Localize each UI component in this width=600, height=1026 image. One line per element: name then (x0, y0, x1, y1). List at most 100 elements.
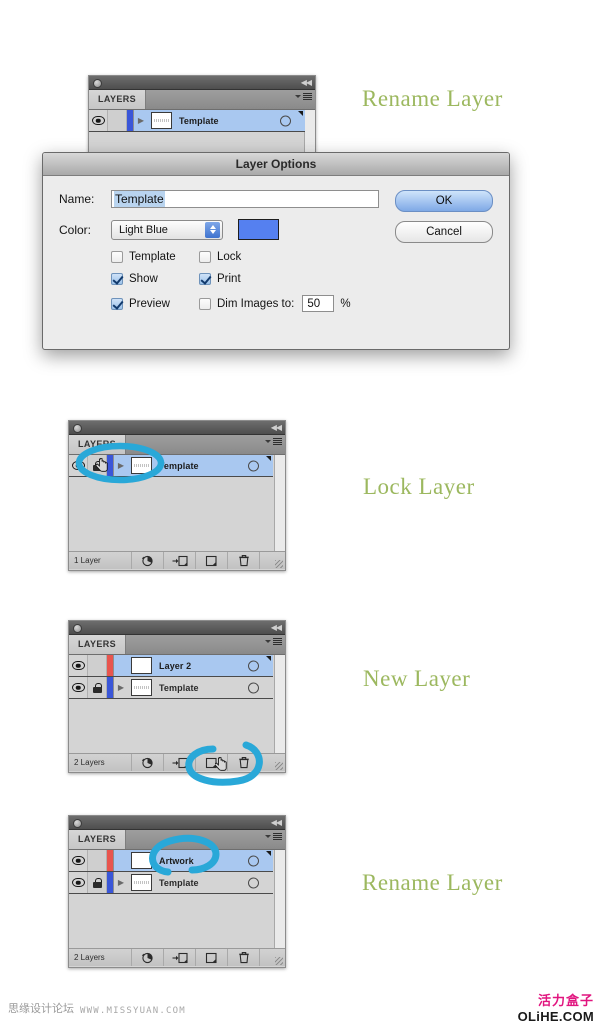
panel-scrollbar[interactable] (274, 455, 285, 551)
cancel-button[interactable]: Cancel (395, 221, 493, 243)
annotation-rename-layer-top: Rename Layer (362, 86, 503, 111)
checkbox-box[interactable] (199, 297, 211, 310)
footer-toolbar (131, 552, 260, 569)
checkbox-lock[interactable]: Lock (199, 251, 287, 263)
ok-button[interactable]: OK (395, 190, 493, 212)
panel-scrollbar[interactable] (274, 655, 285, 753)
checkbox-show[interactable]: Show (111, 273, 199, 285)
lock-icon (92, 682, 102, 693)
hand-cursor-icon (96, 458, 108, 472)
panel-titlebar[interactable]: ◀◀ (69, 621, 285, 635)
resize-grip-icon[interactable] (275, 957, 283, 965)
panel-menu-icon[interactable] (295, 93, 312, 100)
new-layer-icon[interactable] (195, 949, 227, 966)
disclosure-triangle-icon[interactable]: ▶ (114, 683, 128, 692)
checkbox-box[interactable] (111, 273, 123, 285)
watermark-right: 活力盒子 OLiHE.COM (518, 990, 594, 1024)
resize-grip-icon[interactable] (275, 762, 283, 770)
layer-name[interactable]: Template (179, 116, 219, 126)
checkbox-template[interactable]: Template (111, 251, 199, 263)
table-row[interactable]: ▶ Template (89, 110, 305, 132)
watermark-left-url: WWW.MISSYUAN.COM (80, 1006, 186, 1016)
panel-titlebar[interactable]: ◀◀ (89, 76, 315, 90)
lock-toggle[interactable] (87, 872, 107, 893)
collapse-icon[interactable]: ◀◀ (271, 623, 282, 632)
selection-corner-icon (266, 456, 271, 461)
target-indicator-icon[interactable] (248, 877, 259, 888)
layer-name[interactable]: Template (159, 683, 199, 693)
tab-layers[interactable]: LAYERS (69, 635, 127, 654)
table-row[interactable]: ▶ Template (69, 677, 273, 699)
highlight-ellipse-artwork (149, 834, 220, 876)
panel-menu-icon[interactable] (265, 833, 282, 840)
target-indicator-icon[interactable] (280, 115, 291, 126)
checkbox-box[interactable] (199, 251, 211, 263)
dialog-buttons: OK Cancel (395, 190, 493, 252)
target-indicator-icon[interactable] (248, 660, 259, 671)
lock-toggle[interactable] (87, 677, 107, 698)
visibility-toggle[interactable] (69, 850, 87, 871)
disclosure-triangle-icon[interactable]: ▶ (114, 878, 128, 887)
resize-grip-icon[interactable] (275, 560, 283, 568)
color-label: Color: (59, 222, 92, 237)
layer-controls (69, 872, 114, 893)
panel-menu-icon[interactable] (265, 438, 282, 445)
checkbox-row-3: Preview Dim Images to: 50 % (111, 295, 493, 312)
tab-layers[interactable]: LAYERS (89, 90, 147, 109)
dim-images-input[interactable]: 50 (302, 295, 335, 312)
watermark-right-cn: 活力盒子 (537, 994, 594, 1009)
dialog-body: Name: Template Color: Light Blue Templat… (43, 176, 509, 334)
new-sublayer-icon[interactable] (163, 552, 195, 569)
visibility-toggle[interactable] (89, 110, 107, 131)
dim-percent-label: % (340, 297, 351, 310)
lock-toggle[interactable] (87, 850, 107, 871)
clipping-mask-icon[interactable] (131, 552, 163, 569)
trash-icon[interactable] (227, 949, 260, 966)
collapse-icon[interactable]: ◀◀ (271, 818, 282, 827)
selection-corner-icon (298, 111, 303, 116)
layer-thumbnail (151, 112, 172, 129)
panel-titlebar[interactable]: ◀◀ (69, 421, 285, 435)
lock-toggle[interactable] (107, 110, 127, 131)
target-indicator-icon[interactable] (248, 682, 259, 693)
trash-icon[interactable] (227, 552, 260, 569)
target-indicator-icon[interactable] (248, 460, 259, 471)
layer-name[interactable]: Template (159, 878, 199, 888)
panel-scrollbar[interactable] (274, 850, 285, 948)
color-swatch[interactable] (238, 219, 279, 240)
table-row[interactable]: Layer 2 (69, 655, 273, 677)
checkbox-print[interactable]: Print (199, 273, 287, 285)
layer-thumbnail (131, 679, 152, 696)
layer-controls (89, 110, 134, 131)
new-layer-icon[interactable] (195, 552, 227, 569)
clipping-mask-icon[interactable] (131, 754, 163, 771)
name-input[interactable]: Template (111, 190, 379, 208)
target-indicator-icon[interactable] (248, 855, 259, 866)
lock-toggle[interactable] (87, 655, 107, 676)
stepper-icon[interactable] (205, 221, 220, 238)
new-sublayer-icon[interactable] (163, 949, 195, 966)
layer-name[interactable]: Layer 2 (159, 661, 191, 671)
collapse-icon[interactable]: ◀◀ (301, 78, 312, 87)
panel-footer: 1 Layer (69, 551, 285, 569)
checkbox-dim-images[interactable]: Dim Images to: (199, 297, 294, 310)
name-label: Name: (59, 192, 95, 206)
tab-layers[interactable]: LAYERS (69, 830, 127, 849)
color-select[interactable]: Light Blue (111, 219, 223, 240)
checkbox-box[interactable] (111, 297, 123, 310)
clipping-mask-icon[interactable] (131, 949, 163, 966)
panel-dot-icon (73, 624, 82, 633)
layer-color-bar (107, 655, 113, 676)
eye-icon (71, 856, 85, 865)
panel-titlebar[interactable]: ◀◀ (69, 816, 285, 830)
visibility-toggle[interactable] (69, 677, 87, 698)
checkbox-preview[interactable]: Preview (111, 297, 199, 310)
collapse-icon[interactable]: ◀◀ (271, 423, 282, 432)
disclosure-triangle-icon[interactable]: ▶ (134, 116, 148, 125)
visibility-toggle[interactable] (69, 655, 87, 676)
layer-color-bar (107, 850, 113, 871)
checkbox-box[interactable] (111, 251, 123, 263)
checkbox-box[interactable] (199, 273, 211, 285)
visibility-toggle[interactable] (69, 872, 87, 893)
panel-menu-icon[interactable] (265, 638, 282, 645)
